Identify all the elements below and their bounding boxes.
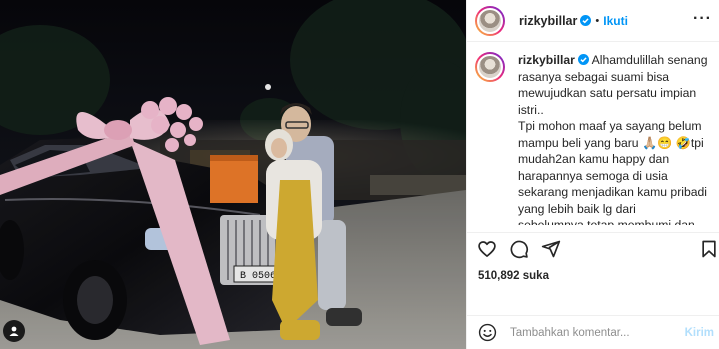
post-photo[interactable]: B 0506 <box>0 0 466 349</box>
caption-area: rizkybillar Alhamdulillah senang rasanya… <box>467 52 719 225</box>
heart-icon[interactable] <box>477 239 497 259</box>
header-username[interactable]: rizkybillar <box>519 14 577 28</box>
caption-avatar[interactable] <box>475 52 505 82</box>
emoji-icon[interactable] <box>478 323 497 342</box>
post-header: rizkybillar • Ikuti ··· <box>467 0 719 42</box>
caption: rizkybillar Alhamdulillah senang rasanya… <box>518 52 712 225</box>
post-side-panel: rizkybillar • Ikuti ··· rizkybillar Alha… <box>466 0 719 349</box>
caption-verified-badge-icon <box>577 54 589 65</box>
more-options-icon[interactable]: ··· <box>693 11 712 27</box>
user-tag-icon <box>9 326 19 336</box>
caption-text: Alhamdulillah senang rasanya sebagai sua… <box>518 53 708 225</box>
user-tag-button[interactable] <box>3 320 25 342</box>
follow-button[interactable]: Ikuti <box>603 14 628 28</box>
caption-username[interactable]: rizkybillar <box>518 53 575 67</box>
action-bar <box>467 232 719 266</box>
photo-scene: B 0506 <box>0 0 466 349</box>
bookmark-icon[interactable] <box>699 239 719 259</box>
comment-bar: Kirim <box>467 315 719 349</box>
comment-icon[interactable] <box>509 239 529 259</box>
header-separator-dot: • <box>595 14 600 27</box>
avatar[interactable] <box>475 5 505 36</box>
share-icon[interactable] <box>541 239 561 259</box>
post-comment-button[interactable]: Kirim <box>685 327 714 339</box>
likes-count[interactable]: 510,892 suka <box>478 270 549 282</box>
comment-input[interactable] <box>510 326 680 339</box>
verified-badge-icon <box>580 15 592 26</box>
